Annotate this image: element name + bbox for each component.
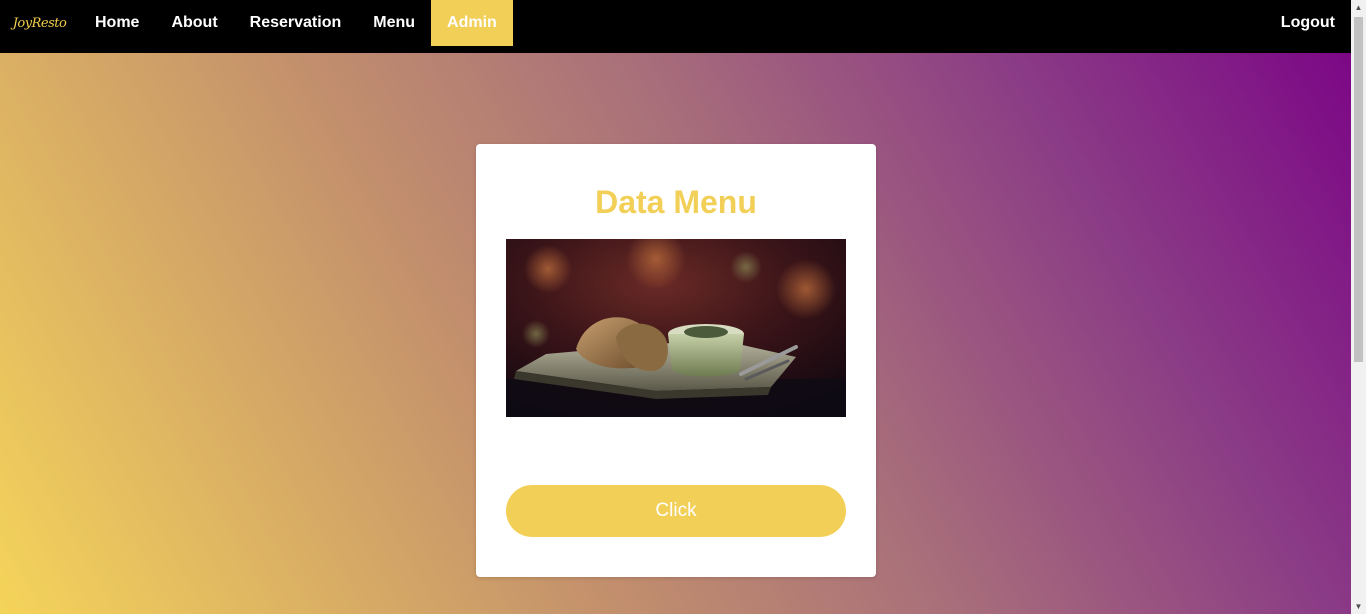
nav-logout[interactable]: Logout <box>1265 0 1351 46</box>
vertical-scrollbar[interactable]: ▲ ▼ <box>1351 0 1366 614</box>
nav-menu[interactable]: Menu <box>357 0 431 46</box>
scrollbar-thumb[interactable] <box>1354 17 1363 362</box>
nav-about[interactable]: About <box>155 0 233 46</box>
nav-reservation[interactable]: Reservation <box>234 0 358 46</box>
nav-admin[interactable]: Admin <box>431 0 513 46</box>
brand-logo[interactable]: JoyResto <box>0 0 79 46</box>
data-menu-card: Data Menu Click <box>476 144 876 577</box>
food-photo-illustration <box>506 239 846 417</box>
menu-food-image <box>506 239 846 417</box>
scroll-down-arrow-icon[interactable]: ▼ <box>1351 599 1366 614</box>
scroll-up-arrow-icon[interactable]: ▲ <box>1351 0 1366 15</box>
nav-home[interactable]: Home <box>79 0 155 46</box>
click-button[interactable]: Click <box>506 485 846 537</box>
page: JoyResto Home About Reservation Menu Adm… <box>0 0 1366 614</box>
top-navbar: JoyResto Home About Reservation Menu Adm… <box>0 0 1351 53</box>
card-title: Data Menu <box>595 184 757 220</box>
